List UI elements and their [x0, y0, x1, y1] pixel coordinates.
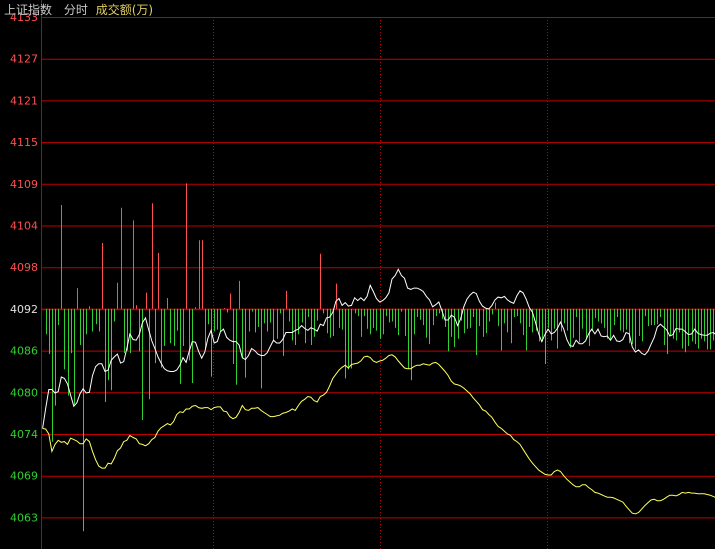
y-tick-label: 4098 [10, 261, 38, 274]
y-tick-label: 4086 [10, 345, 38, 358]
y-tick-label: 4080 [10, 386, 38, 399]
y-tick-label: 4074 [10, 428, 38, 441]
price-line [42, 268, 715, 429]
metric-label[interactable]: 成交额(万) [96, 3, 153, 17]
y-tick-label: 4121 [10, 94, 38, 107]
y-tick-label: 4115 [10, 136, 38, 149]
chart-title-bar: 上证指数 分时 成交额(万) [4, 1, 153, 18]
view-mode-label[interactable]: 分时 [64, 3, 88, 17]
y-tick-label: 4109 [10, 178, 38, 191]
index-name-label: 上证指数 [4, 3, 53, 17]
y-tick-label: 4063 [10, 511, 38, 524]
y-tick-label: 4092 [10, 303, 38, 316]
y-tick-label: 4127 [10, 53, 38, 66]
y-tick-label: 4104 [10, 220, 38, 233]
intraday-chart[interactable]: 4133412741214115410941044098409240864080… [0, 0, 715, 549]
y-tick-label: 4069 [10, 470, 38, 483]
